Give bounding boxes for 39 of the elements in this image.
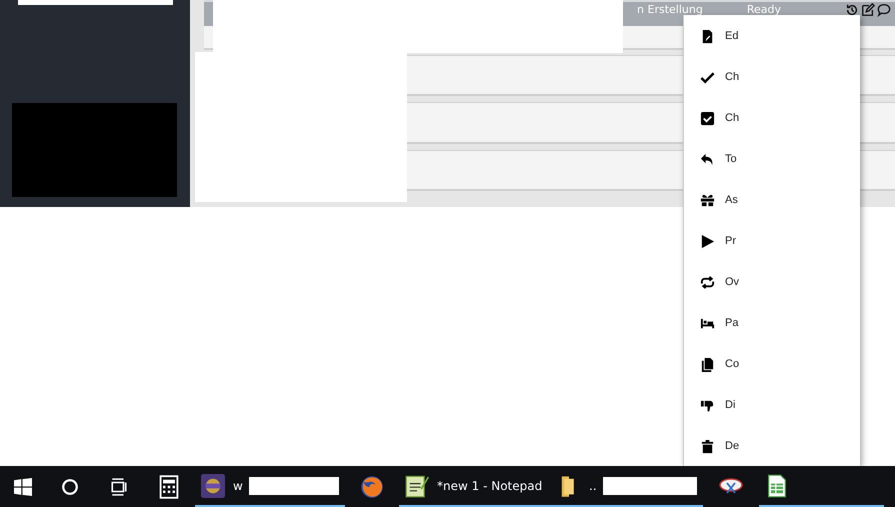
calculator-icon	[157, 474, 181, 498]
circle-icon	[61, 478, 79, 496]
reply-arrow-icon	[700, 152, 715, 166]
menu-item[interactable]: Co	[684, 354, 860, 374]
edit-icon[interactable]	[861, 3, 875, 17]
windows-logo-icon	[14, 478, 32, 496]
menu-item[interactable]: As	[684, 190, 860, 210]
menu-item[interactable]: Di	[684, 395, 860, 415]
gift-icon	[700, 192, 715, 208]
trash-icon	[700, 438, 715, 454]
notepad-icon	[405, 474, 429, 498]
window-title: ..	[589, 478, 597, 492]
history-icon[interactable]	[845, 3, 859, 17]
menu-item[interactable]: To	[684, 149, 860, 169]
status-text: Ready	[746, 3, 781, 16]
taskbar-button[interactable]: *new 1 - Notepad	[399, 466, 551, 507]
menu-item[interactable]: Pa	[684, 313, 860, 333]
menu-item[interactable]: Ed	[684, 26, 860, 46]
globe-fox-icon	[360, 474, 384, 498]
window-title: w	[233, 478, 243, 492]
checkbox-icon	[700, 110, 715, 126]
file-pen-icon	[700, 28, 715, 44]
menu-item[interactable]: Ov	[684, 272, 860, 292]
task-view-icon	[110, 478, 128, 496]
spreadsheet-icon	[765, 474, 789, 498]
menu-item[interactable]: Pr	[684, 231, 860, 251]
taskbar-button[interactable]: w	[195, 466, 345, 507]
menu-item[interactable]: Ch	[684, 108, 860, 128]
taskbar-button[interactable]: ..	[551, 466, 703, 507]
comment-icon[interactable]	[877, 3, 891, 17]
play-icon	[700, 234, 715, 248]
window-title: *new 1 - Notepad	[437, 478, 542, 492]
check-icon	[700, 70, 715, 84]
menu-item[interactable]: Ch	[684, 67, 860, 87]
app-icon	[201, 474, 225, 498]
menu-item[interactable]: De	[684, 436, 860, 456]
repeat-icon	[700, 274, 715, 290]
copy-icon	[700, 356, 715, 372]
column-header: n Erstellung	[637, 3, 703, 16]
